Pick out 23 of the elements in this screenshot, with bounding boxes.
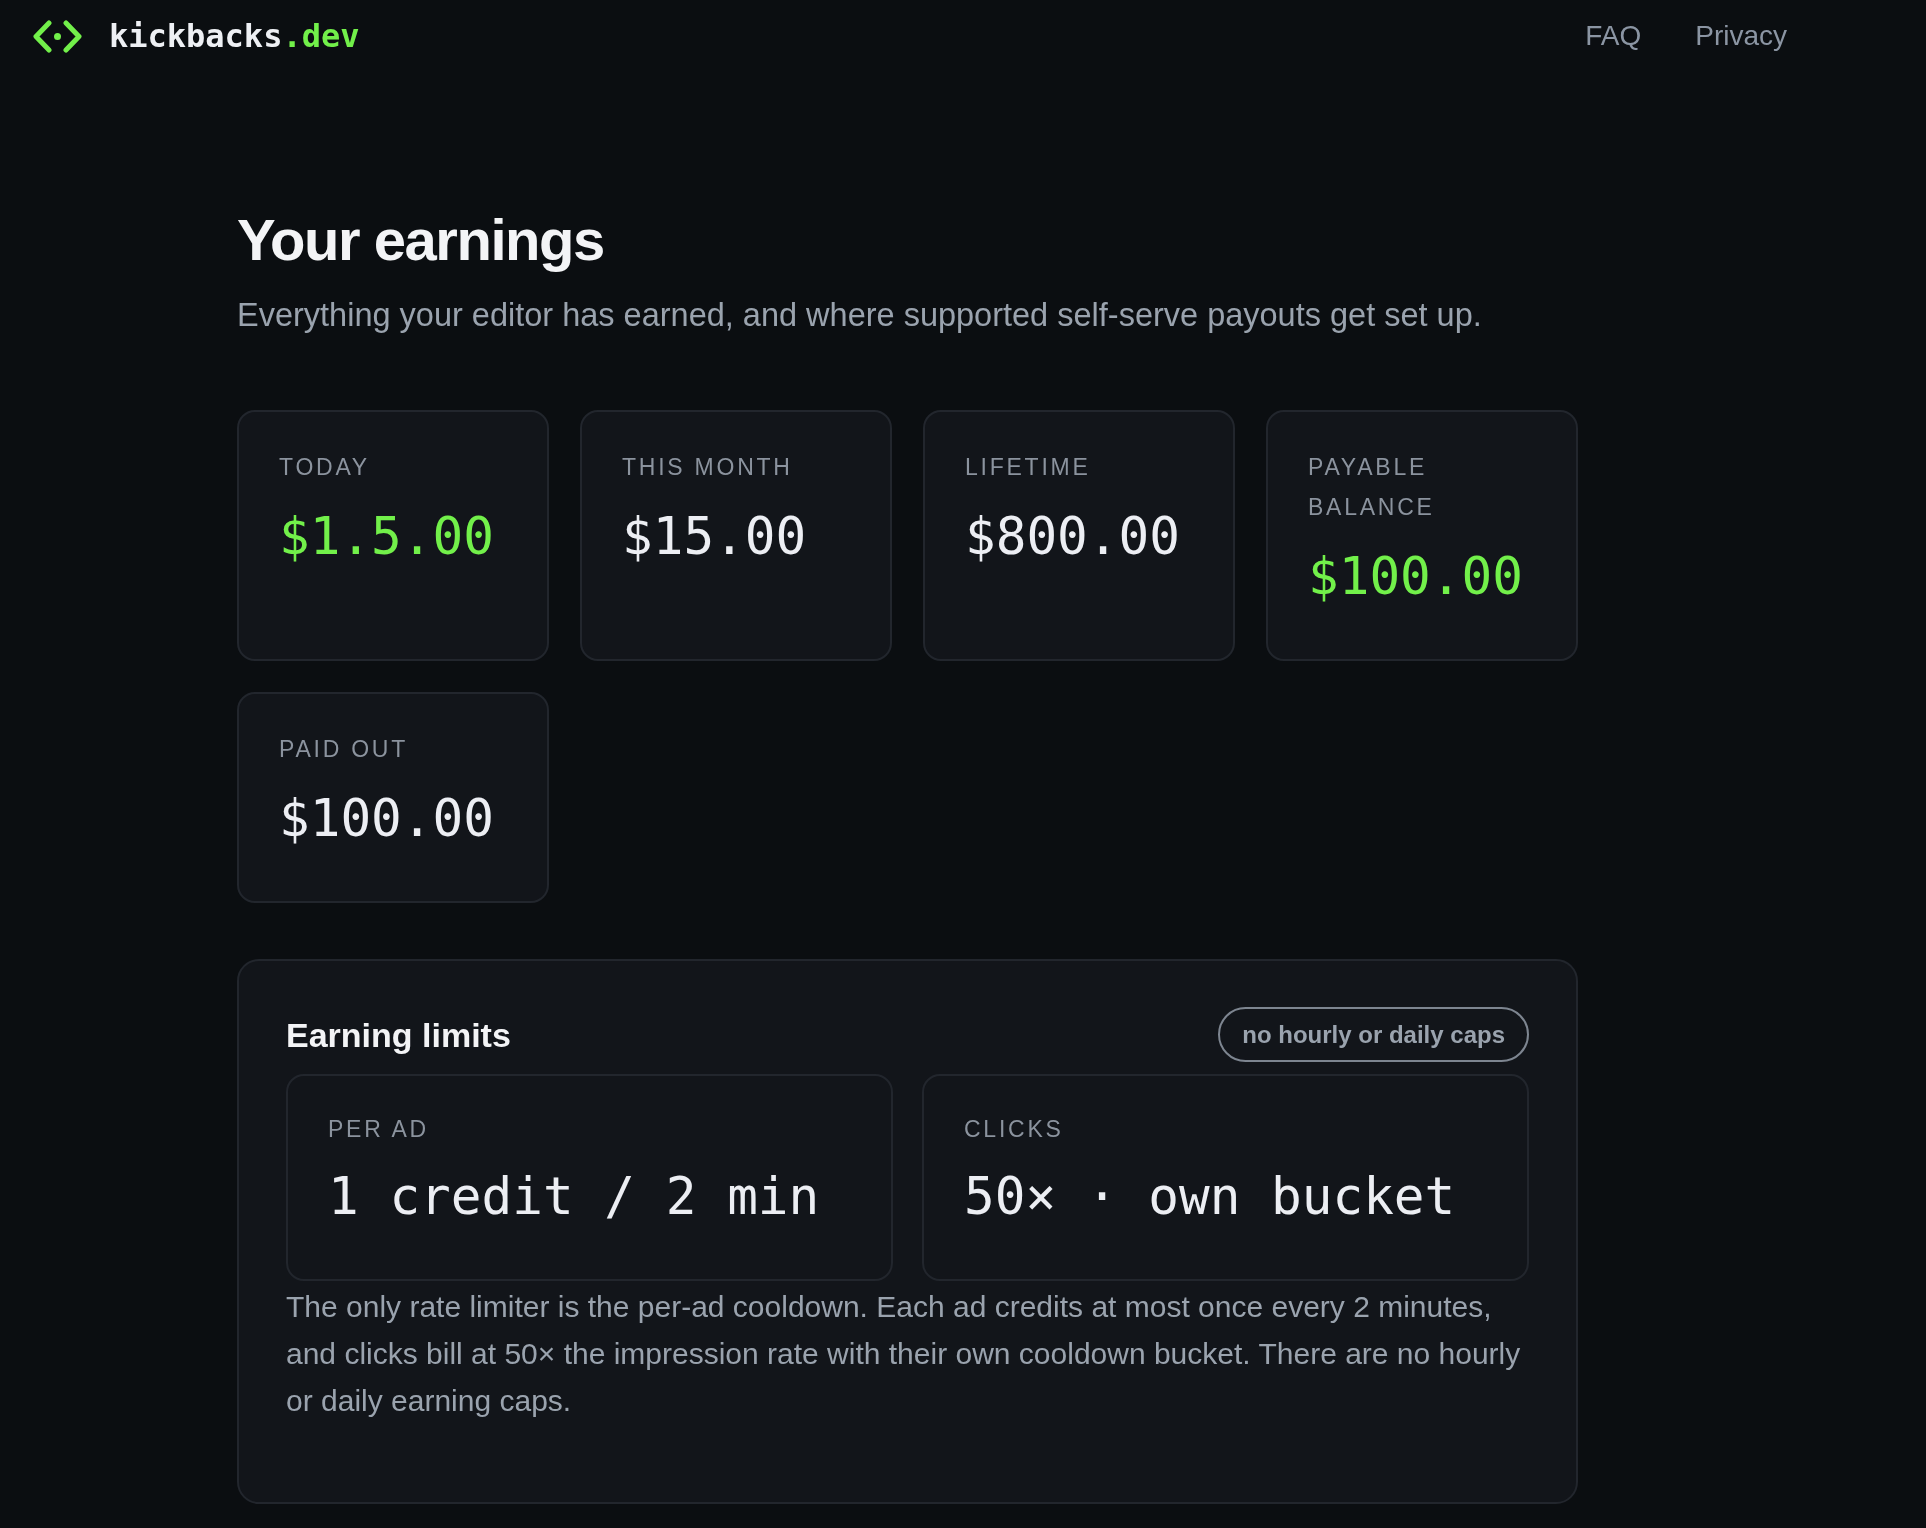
limit-value: 1 credit / 2 min — [328, 1166, 820, 1228]
caps-badge: no hourly or daily caps — [1218, 1007, 1529, 1062]
page-title: Your earnings — [237, 208, 605, 272]
limit-label: PER AD — [328, 1115, 430, 1144]
nav-link[interactable]: FAQ — [1585, 18, 1642, 54]
limit-label: CLICKS — [964, 1115, 1065, 1144]
code-brackets-icon — [33, 19, 82, 53]
stat-label: PAYABLE BALANCE — [1308, 453, 1436, 522]
brand-wordmark[interactable]: kickbacks.dev — [109, 16, 360, 56]
stat-value: $1.5.00 — [279, 506, 494, 568]
stat-label: TODAY — [279, 453, 371, 482]
stat-value: $100.00 — [1308, 546, 1523, 608]
stat-value: $100.00 — [279, 788, 494, 850]
stat-value: $800.00 — [965, 506, 1180, 568]
stat-label: PAID OUT — [279, 735, 409, 764]
limits-note: The only rate limiter is the per-ad cooldown. Each ad credits at most once every 2 minutes, and clicks bill at 50× the impression rate with their own cooldown bucket. There are no hourly or daily earning caps. — [286, 1289, 1522, 1419]
limit-value: 50× · own bucket — [964, 1166, 1456, 1228]
page-subtitle: Everything your editor has earned, and where supported self-serve payouts get set up. — [237, 296, 1483, 335]
section-title: Earning limits — [286, 1014, 511, 1056]
stat-label: THIS MONTH — [622, 453, 794, 482]
nav-link[interactable]: Privacy — [1695, 18, 1787, 54]
stat-value: $15.00 — [622, 506, 807, 568]
stat-label: LIFETIME — [965, 453, 1092, 482]
